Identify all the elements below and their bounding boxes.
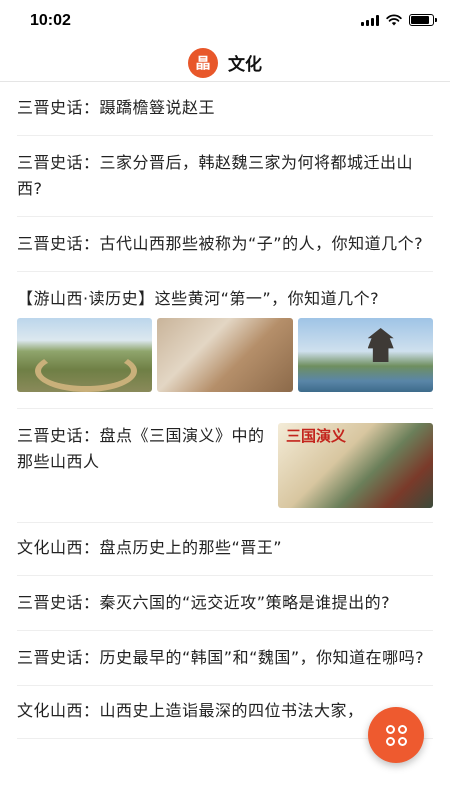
page-title: 文化: [228, 55, 262, 75]
thumbnail-row: [17, 318, 433, 392]
list-item[interactable]: 三晋史话：历史最早的“韩国”和“魏国”，你知道在哪吗?: [17, 631, 433, 686]
four-circles-icon: [385, 724, 407, 746]
list-item[interactable]: 三晋史话：秦灭六国的“远交近攻”策略是谁提出的?: [17, 576, 433, 631]
list-item[interactable]: 三晋史话：三家分晋后，韩赵魏三家为何将都城迁出山西?: [17, 136, 433, 217]
status-bar: 10:02: [0, 0, 450, 44]
app-logo-icon: 晶: [188, 47, 218, 78]
article-title: 三晋史话：历史最早的“韩国”和“魏国”，你知道在哪吗?: [17, 648, 425, 667]
wifi-icon: [386, 14, 402, 26]
logo-text: 晶: [195, 54, 211, 72]
status-time: 10:02: [30, 12, 71, 29]
article-title: 三晋史话：三家分晋后，韩赵魏三家为何将都城迁出山西?: [17, 153, 414, 198]
thumbnail-caption: 三国演义: [286, 427, 347, 445]
article-title: 文化山西：山西史上造诣最深的四位书法大家，: [17, 701, 364, 720]
list-item[interactable]: 文化山西：盘点历史上的那些“晋王”: [17, 523, 433, 576]
nav-bar: 晶 文化: [0, 44, 450, 82]
article-title: 三晋史话：盘点《三国演义》中的那些山西人: [17, 426, 265, 471]
list-item[interactable]: 三晋史话：盘点《三国演义》中的那些山西人 三国演义: [17, 409, 433, 523]
list-item[interactable]: 三晋史话：蹑蹻檐簦说赵王: [17, 83, 433, 136]
signal-icon: [361, 14, 379, 26]
thumbnail-waterfall-mist: [157, 318, 293, 392]
list-item[interactable]: 三晋史话：古代山西那些被称为“子”的人，你知道几个?: [17, 217, 433, 272]
article-title: 三晋史话：蹑蹻檐簦说赵王: [17, 98, 216, 117]
battery-level: [411, 16, 429, 24]
article-title: 文化山西：盘点历史上的那些“晋王”: [17, 538, 283, 557]
battery-icon: [409, 14, 437, 26]
article-title: 三晋史话：秦灭六国的“远交近攻”策略是谁提出的?: [17, 593, 391, 612]
list-item[interactable]: 【游山西·读历史】这些黄河“第一”，你知道几个?: [17, 272, 433, 409]
thumbnail-yellow-river-bend: [17, 318, 153, 392]
news-feed: 三晋史话：蹑蹻檐簦说赵王 三晋史话：三家分晋后，韩赵魏三家为何将都城迁出山西? …: [0, 83, 450, 739]
article-title: 三晋史话：古代山西那些被称为“子”的人，你知道几个?: [17, 234, 424, 253]
thumbnail-painting: 三国演义: [278, 423, 433, 508]
thumbnail-pavilion-tower: [297, 318, 433, 392]
status-icons: [361, 14, 437, 26]
floating-menu-button[interactable]: [368, 707, 424, 763]
article-title: 【游山西·读历史】这些黄河“第一”，你知道几个?: [17, 289, 380, 308]
